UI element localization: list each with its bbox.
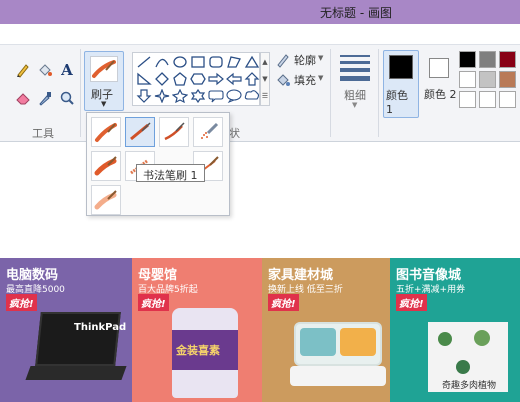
product-image: ThinkPad	[25, 312, 127, 392]
ribbon: A 工具 刷子 ▼ ▲ ▼ ☰ 轮廓 ▼ 填充 ▼ 状 粗细 ▼ 颜色 1 颜色…	[0, 44, 520, 142]
product-image: 奇趣多肉植物	[418, 308, 518, 398]
outline-dropdown-icon[interactable]: ▼	[318, 54, 323, 62]
brush-option-calligraphy-2[interactable]	[159, 117, 189, 147]
diamond-shape-icon[interactable]	[153, 71, 171, 87]
drawing-canvas[interactable]	[0, 143, 520, 258]
tools-group-label: 工具	[32, 127, 54, 140]
banner-tag: 疯抢!	[138, 294, 169, 311]
six-point-star-icon[interactable]	[189, 88, 207, 104]
color2-label: 颜色 2	[424, 88, 457, 101]
promo-banner[interactable]: 图书音像城 五折+满减+用券 疯抢! 奇趣多肉植物	[390, 258, 520, 402]
scroll-up-icon[interactable]: ▲	[262, 58, 267, 66]
fill-label[interactable]: 填充	[294, 72, 316, 88]
color-picker-icon[interactable]	[36, 89, 54, 107]
scroll-down-icon[interactable]: ▼	[262, 75, 267, 83]
right-triangle-shape-icon[interactable]	[135, 71, 153, 87]
palette-swatch[interactable]	[499, 51, 516, 68]
size-dropdown-icon[interactable]: ▼	[352, 101, 357, 109]
chevron-down-icon: ▼	[101, 100, 107, 108]
banner-title: 电脑数码	[6, 268, 59, 283]
size-button[interactable]	[338, 53, 372, 83]
brush-option-brush[interactable]	[91, 117, 121, 147]
shapes-gallery[interactable]	[132, 52, 260, 106]
text-icon[interactable]: A	[58, 61, 76, 79]
product-image: 金装喜素	[172, 308, 242, 400]
palette-swatch[interactable]	[479, 71, 496, 88]
fill-dropdown-icon[interactable]: ▼	[318, 74, 323, 82]
product-image	[290, 314, 386, 394]
fill-icon[interactable]	[274, 71, 292, 89]
brush-tooltip: 书法笔刷 1	[136, 164, 205, 182]
palette-swatch[interactable]	[499, 71, 516, 88]
separator	[330, 49, 331, 137]
promo-banner[interactable]: 家具建材城 换新上线 低至三折 疯抢!	[262, 258, 390, 402]
fill-bucket-icon[interactable]	[36, 61, 54, 79]
window-title: 无标题 - 画图	[320, 6, 392, 20]
cloud-callout-icon[interactable]	[243, 88, 261, 104]
palette-swatch[interactable]	[499, 91, 516, 108]
promo-banner[interactable]: 母婴馆 百大品牌5折起 疯抢! 金装喜素	[132, 258, 262, 402]
oval-callout-icon[interactable]	[225, 88, 243, 104]
banner-title: 家具建材城	[268, 268, 334, 283]
color2-swatch	[429, 58, 449, 78]
outline-label[interactable]: 轮廓	[294, 52, 316, 68]
triangle-shape-icon[interactable]	[243, 54, 261, 70]
gallery-expand-icon[interactable]: ☰	[262, 92, 268, 100]
separator	[378, 49, 379, 137]
five-point-star-icon[interactable]	[171, 88, 189, 104]
banner-title: 母婴馆	[138, 268, 178, 283]
four-point-star-icon[interactable]	[153, 88, 171, 104]
palette-swatch[interactable]	[479, 51, 496, 68]
polygon-shape-icon[interactable]	[225, 54, 243, 70]
magnifier-icon[interactable]	[58, 89, 76, 107]
brush-option-airbrush[interactable]	[193, 117, 223, 147]
pentagon-shape-icon[interactable]	[171, 71, 189, 87]
palette-swatch[interactable]	[479, 91, 496, 108]
oval-shape-icon[interactable]	[171, 54, 189, 70]
color1-label: 颜色 1	[386, 89, 408, 116]
product-brand-text: 奇趣多肉植物	[442, 381, 497, 391]
banner-title: 图书音像城	[396, 268, 462, 283]
promo-banner[interactable]: 电脑数码 最高直降5000 疯抢! ThinkPad	[0, 258, 132, 402]
product-brand-text: ThinkPad	[74, 322, 127, 333]
color1-button[interactable]: 颜色 1	[383, 50, 419, 118]
banner-tag: 疯抢!	[268, 294, 299, 311]
eraser-icon[interactable]	[14, 89, 32, 107]
outline-icon[interactable]	[274, 51, 292, 69]
color2-button[interactable]: 颜色 2	[422, 50, 458, 118]
rounded-rect-shape-icon[interactable]	[207, 54, 225, 70]
brush-option-oil[interactable]	[91, 151, 121, 181]
banner-tag: 疯抢!	[6, 294, 37, 311]
right-arrow-shape-icon[interactable]	[207, 71, 225, 87]
rectangle-shape-icon[interactable]	[189, 54, 207, 70]
shapes-group-label: 状	[229, 127, 240, 140]
brushes-button[interactable]: 刷子 ▼	[84, 51, 124, 111]
down-arrow-shape-icon[interactable]	[135, 88, 153, 104]
color1-swatch	[389, 55, 413, 79]
brush-option-watercolor[interactable]	[91, 185, 121, 215]
hexagon-shape-icon[interactable]	[189, 71, 207, 87]
palette-swatch[interactable]	[459, 91, 476, 108]
rounded-callout-icon[interactable]	[207, 88, 225, 104]
separator	[80, 49, 81, 137]
palette-swatch[interactable]	[459, 71, 476, 88]
up-arrow-shape-icon[interactable]	[243, 71, 261, 87]
product-brand-text: 金装喜素	[176, 344, 220, 357]
pencil-icon[interactable]	[14, 61, 32, 79]
curve-shape-icon[interactable]	[153, 54, 171, 70]
title-bar: 无标题 - 画图	[0, 0, 520, 24]
brush-option-calligraphy-1[interactable]	[125, 117, 155, 147]
palette-swatch[interactable]	[459, 51, 476, 68]
line-shape-icon[interactable]	[135, 54, 153, 70]
shapes-scrollbar[interactable]: ▲ ▼ ☰	[260, 52, 270, 106]
left-arrow-shape-icon[interactable]	[225, 71, 243, 87]
brush-preview-icon	[90, 56, 118, 82]
